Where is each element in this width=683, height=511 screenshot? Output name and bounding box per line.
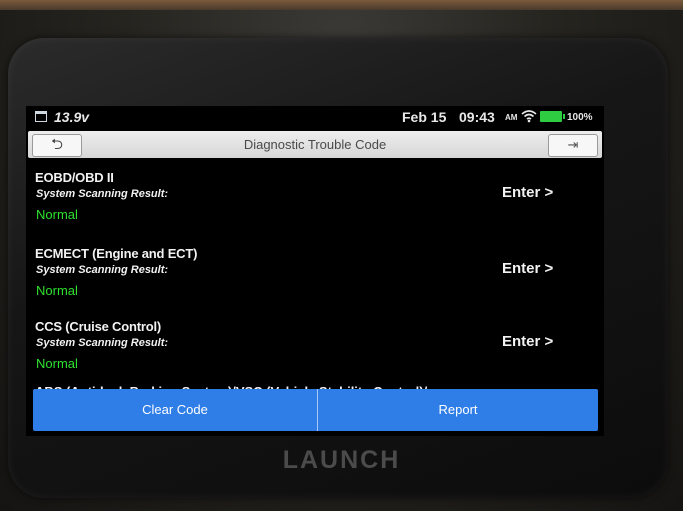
status-bar: 13.9v Feb 15 09:43 AM 100% [26, 106, 604, 128]
battery-voltage: 13.9v [54, 109, 90, 125]
report-button[interactable]: Report [318, 389, 598, 431]
calendar-icon [35, 111, 47, 122]
system-status: Normal [36, 356, 78, 371]
enter-button[interactable]: Enter > [502, 260, 553, 277]
status-date: Feb 15 [402, 109, 447, 125]
status-ampm: AM [505, 113, 518, 122]
system-status: Normal [36, 283, 78, 298]
enter-button[interactable]: Enter > [502, 333, 553, 350]
status-time: 09:43 [459, 109, 495, 125]
battery-percent: 100% [567, 112, 593, 123]
exit-button[interactable]: ⇥ [548, 134, 598, 157]
clear-code-button[interactable]: Clear Code [33, 389, 317, 431]
wifi-icon [521, 109, 537, 126]
title-bar: ⮌ Diagnostic Trouble Code ⇥ [28, 131, 602, 158]
system-scan-label: System Scanning Result: [36, 188, 169, 200]
system-scan-label: System Scanning Result: [36, 337, 169, 349]
system-item-ecmect[interactable]: ECMECT (Engine and ECT) System Scanning … [35, 246, 595, 316]
device-screen: 13.9v Feb 15 09:43 AM 100% ⮌ Diagnostic … [26, 106, 604, 436]
table-edge [0, 0, 683, 10]
system-item-ccs[interactable]: CCS (Cruise Control) System Scanning Res… [35, 319, 595, 389]
system-name: ECMECT (Engine and ECT) [35, 246, 198, 261]
system-status: Normal [36, 207, 78, 222]
system-name: CCS (Cruise Control) [35, 319, 162, 334]
battery-icon [540, 111, 565, 122]
action-bar: Clear Code Report [33, 389, 598, 431]
enter-button[interactable]: Enter > [502, 184, 553, 201]
brand-logo: LAUNCH [282, 446, 401, 474]
exit-icon: ⇥ [567, 137, 579, 152]
system-name: EOBD/OBD II [35, 170, 114, 185]
system-scan-label: System Scanning Result: [36, 264, 169, 276]
system-item-eobd[interactable]: EOBD/OBD II System Scanning Result: Norm… [35, 170, 595, 240]
page-title: Diagnostic Trouble Code [243, 137, 387, 152]
